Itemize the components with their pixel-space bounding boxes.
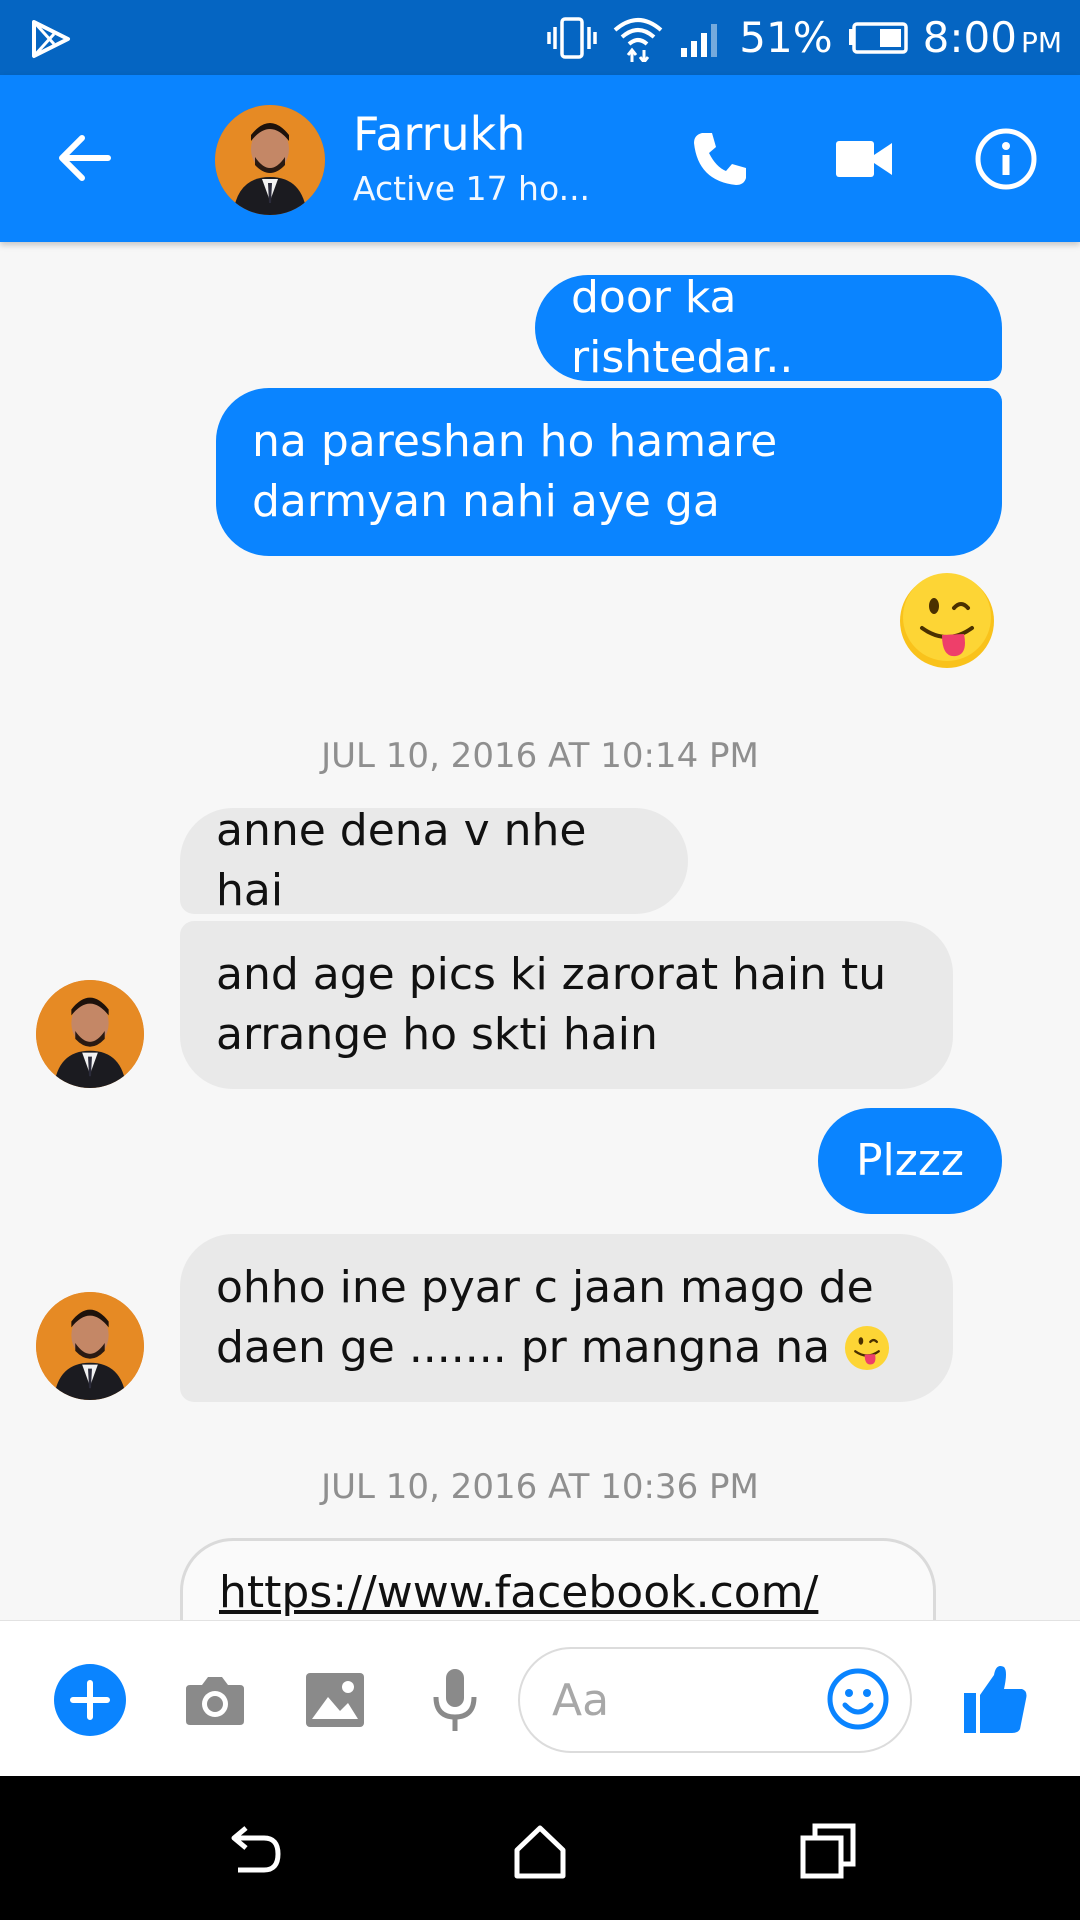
back-nav-icon[interactable] [220, 1816, 290, 1886]
tongue-emoji-icon [844, 1325, 890, 1371]
contact-name[interactable]: Farrukh [353, 107, 525, 161]
message-incoming[interactable]: anne dena v nhe hai [180, 805, 688, 916]
microphone-icon[interactable] [418, 1663, 492, 1737]
thumbs-up-icon[interactable] [960, 1659, 1030, 1739]
active-status: Active 17 ho... [353, 169, 591, 208]
battery-percent: 51% [739, 13, 833, 62]
video-camera-icon[interactable] [828, 123, 900, 195]
message-incoming[interactable]: ohho ine pyar c jaan mago de daen ge ...… [180, 1234, 953, 1402]
emoji-icon[interactable] [826, 1667, 890, 1731]
tongue-emoji-icon[interactable] [898, 572, 996, 670]
camera-icon[interactable] [178, 1663, 252, 1737]
message-outgoing[interactable]: Plzzz [818, 1108, 1002, 1214]
image-icon[interactable] [298, 1663, 372, 1737]
wifi-icon [613, 17, 663, 62]
conversation-header: Farrukh Active 17 ho... [0, 75, 1080, 242]
composer-bar: Aa [0, 1620, 1080, 1776]
timestamp: JUL 10, 2016 AT 10:36 PM [321, 1467, 759, 1507]
shared-link[interactable]: https://www.facebook.com/ [219, 1563, 818, 1620]
timestamp: JUL 10, 2016 AT 10:14 PM [321, 736, 759, 776]
message-input-placeholder: Aa [552, 1675, 610, 1726]
system-nav-bar [0, 1776, 1080, 1920]
message-outgoing[interactable]: na pareshan ho hamare darmyan nahi aye g… [216, 388, 1002, 556]
clock: 8:00 PM [922, 13, 1062, 62]
message-incoming[interactable]: and age pics ki zarorat hain tu arrange … [180, 921, 953, 1089]
sender-avatar[interactable] [36, 1292, 144, 1400]
message-incoming-link[interactable]: https://www.facebook.com/ [180, 1538, 936, 1620]
info-icon[interactable] [970, 123, 1042, 195]
vibrate-icon [547, 16, 598, 59]
recents-nav-icon[interactable] [793, 1816, 863, 1886]
message-list[interactable]: door ka rishtedar.. na pareshan ho hamar… [0, 242, 1080, 1620]
status-bar: 51% 8:00 PM [0, 0, 1080, 75]
signal-icon [681, 23, 718, 57]
message-outgoing[interactable]: door ka rishtedar.. [535, 272, 1002, 383]
play-store-icon [32, 20, 70, 58]
phone-icon[interactable] [684, 123, 756, 195]
battery-icon [848, 21, 908, 54]
sender-avatar[interactable] [36, 980, 144, 1088]
plus-icon[interactable] [53, 1663, 127, 1737]
contact-avatar[interactable] [215, 105, 325, 215]
home-nav-icon[interactable] [505, 1816, 575, 1886]
back-arrow-icon[interactable] [52, 125, 118, 191]
